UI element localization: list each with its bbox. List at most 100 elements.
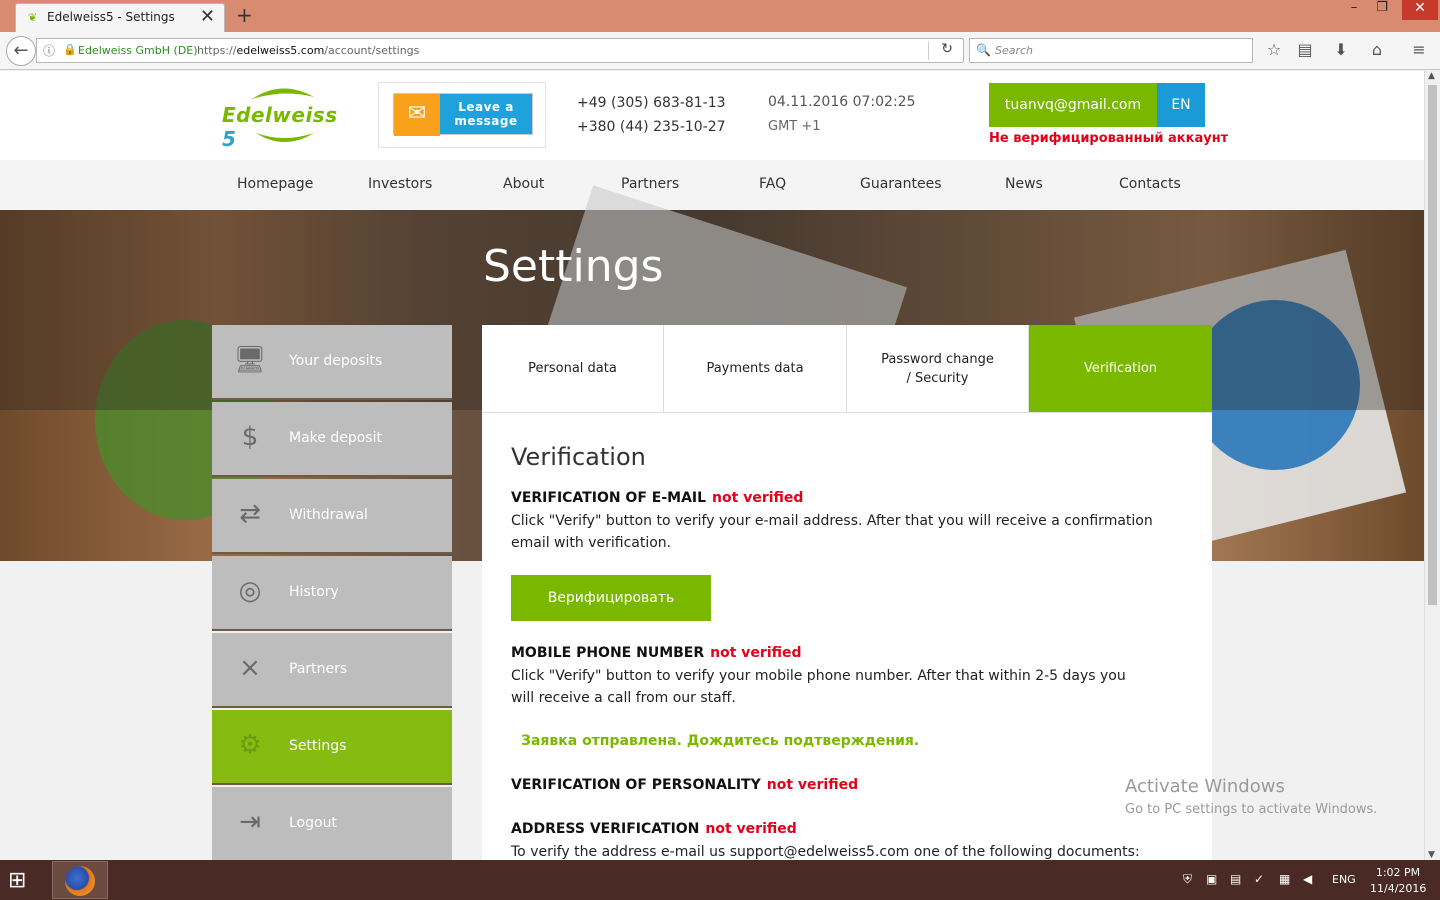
page-scrollbar[interactable]: ▲ ▼: [1424, 71, 1440, 860]
phone-de: +49 (305) 683-81-13: [577, 95, 726, 111]
sidebar-item-settings[interactable]: ⚙ Settings: [212, 710, 452, 785]
reading-list-icon[interactable]: ▤: [1293, 40, 1317, 59]
address-verification-text: To verify the address e-mail us support@…: [511, 844, 1140, 860]
menu-item-news[interactable]: News: [1005, 176, 1043, 192]
back-arrow-icon[interactable]: ←: [6, 36, 36, 66]
sidebar-item-make-deposit[interactable]: $ Make deposit: [212, 402, 452, 477]
volume-icon[interactable]: ◀: [1303, 872, 1312, 886]
site-header: Edelweiss 5 ✉ Leave a message +49 (305) …: [0, 71, 1424, 160]
phone-ua: +380 (44) 235-10-27: [577, 119, 726, 135]
address-verification-title: ADDRESS VERIFICATION not verified: [511, 821, 797, 837]
reload-icon[interactable]: ↻: [941, 41, 953, 57]
timezone: GMT +1: [768, 119, 821, 134]
tab-verification[interactable]: Verification: [1029, 325, 1212, 413]
menu-item-faq[interactable]: FAQ: [759, 176, 786, 192]
app-tray-icon[interactable]: ▣: [1206, 872, 1217, 886]
dollar-arrows-icon: ⇄: [239, 499, 261, 529]
activate-windows-subtitle: Go to PC settings to activate Windows.: [1125, 802, 1378, 817]
window-close-button[interactable]: ✕: [1402, 0, 1438, 20]
windows-taskbar: [0, 860, 1440, 900]
search-icon: 🔍: [976, 43, 991, 57]
input-language[interactable]: ENG: [1332, 873, 1356, 886]
lock-icon: 🔒: [63, 43, 77, 56]
verify-email-button[interactable]: Верифицировать: [511, 575, 711, 621]
firefox-taskbar-button[interactable]: [52, 861, 108, 899]
leave-message-button[interactable]: ✉ Leave a message: [393, 93, 533, 136]
scroll-up-icon[interactable]: ▲: [1428, 71, 1435, 81]
verification-panel: Verification VERIFICATION OF E-MAIL not v…: [482, 413, 1212, 860]
logout-icon: ⇥: [239, 807, 261, 837]
menu-item-homepage[interactable]: Homepage: [237, 176, 313, 192]
personality-status: not verified: [766, 777, 859, 793]
browser-tab[interactable]: ❦ Edelweiss5 - Settings ✕: [15, 3, 225, 32]
menu-item-contacts[interactable]: Contacts: [1119, 176, 1181, 192]
tab-payments-data[interactable]: Payments data: [664, 325, 847, 413]
firefox-icon: [65, 866, 95, 896]
url-separator: [928, 42, 929, 60]
user-account-button[interactable]: tuanvq@gmail.com: [989, 83, 1157, 127]
logo-text: Edelweiss 5: [222, 103, 338, 151]
personality-verification-title: VERIFICATION OF PERSONALITY not verified: [511, 777, 859, 793]
network-tray-icon[interactable]: ▦: [1279, 872, 1290, 886]
tab-password-security[interactable]: Password change / Security: [847, 325, 1029, 413]
tab-close-icon[interactable]: ✕: [200, 6, 215, 27]
email-verification-text: Click "Verify" button to verify your e-m…: [511, 513, 1153, 551]
money-plant-icon: $: [241, 422, 259, 452]
menu-item-about[interactable]: About: [503, 176, 544, 192]
clock-date: 11/4/2016: [1370, 882, 1427, 895]
site-logo[interactable]: Edelweiss 5: [222, 81, 342, 151]
email-verification-title: VERIFICATION OF E-MAIL not verified: [511, 490, 804, 506]
bookmark-star-icon[interactable]: ☆: [1262, 40, 1286, 59]
url-bar[interactable]: ⓘ 🔒 Edelweiss GmbH (DE) https://edelweis…: [36, 38, 964, 63]
checkmark-tray-icon[interactable]: ✓: [1254, 872, 1264, 886]
search-input[interactable]: 🔍 Search: [969, 38, 1253, 63]
web-page: Edelweiss 5 ✉ Leave a message +49 (305) …: [0, 71, 1424, 860]
sidebar-item-partners[interactable]: ⨯ Partners: [212, 633, 452, 708]
tab-personal-data[interactable]: Personal data: [482, 325, 664, 413]
maximize-button[interactable]: ❐: [1368, 0, 1396, 18]
navigation-bar: ← ⓘ 🔒 Edelweiss GmbH (DE) https://edelwe…: [0, 32, 1440, 70]
phone-status: not verified: [710, 645, 802, 661]
taskbar-clock[interactable]: 1:02 PM 11/4/2016: [1370, 865, 1426, 897]
email-status: not verified: [712, 490, 804, 506]
server-datetime: 04.11.2016 07:02:25: [768, 94, 916, 110]
download-icon[interactable]: ⬇: [1329, 40, 1353, 59]
monitor-chart-icon: 🖥: [233, 345, 267, 375]
site-identity[interactable]: Edelweiss GmbH (DE): [78, 44, 198, 57]
phone-verification-text: Click "Verify" button to verify your mob…: [511, 668, 1126, 706]
sidebar-item-withdrawal[interactable]: ⇄ Withdrawal: [212, 479, 452, 554]
scroll-down-icon[interactable]: ▼: [1428, 850, 1435, 860]
search-placeholder: Search: [995, 44, 1034, 57]
request-sent-message: Заявка отправлена. Дождитесь подтвержден…: [521, 733, 920, 749]
info-icon[interactable]: ⓘ: [43, 42, 55, 59]
sidebar-item-history[interactable]: ◎ History: [212, 556, 452, 631]
unverified-account-notice: Не верифицированный аккаунт: [989, 131, 1229, 146]
menu-item-investors[interactable]: Investors: [368, 176, 432, 192]
tab-title: Edelweiss5 - Settings: [47, 10, 175, 24]
menu-item-guarantees[interactable]: Guarantees: [860, 176, 942, 192]
page-title: Settings: [483, 241, 664, 292]
clock-time: 1:02 PM: [1375, 866, 1421, 879]
windows-start-icon[interactable]: ⊞: [8, 868, 26, 893]
address-status: not verified: [705, 821, 797, 837]
scrollbar-thumb[interactable]: [1428, 85, 1437, 605]
site-favicon-icon: ❦: [28, 11, 38, 24]
hamburger-menu-icon[interactable]: ≡: [1407, 40, 1431, 59]
home-icon[interactable]: ⌂: [1365, 40, 1389, 59]
new-tab-button[interactable]: +: [236, 3, 253, 27]
sidebar-item-your-deposits[interactable]: 🖥 Your deposits: [212, 325, 452, 400]
url-text[interactable]: https://edelweiss5.com/account/settings: [197, 44, 419, 57]
activate-windows-title: Activate Windows: [1125, 776, 1285, 797]
menu-item-partners[interactable]: Partners: [621, 176, 679, 192]
phone-verification-title: MOBILE PHONE NUMBER not verified: [511, 645, 802, 661]
leave-message-box: ✉ Leave a message: [378, 82, 546, 148]
language-selector[interactable]: EN: [1157, 83, 1205, 127]
partners-strategy-icon: ⨯: [239, 653, 261, 683]
gear-dollar-icon: ⚙: [238, 730, 262, 760]
envelope-icon: ✉: [394, 94, 440, 136]
coins-icon: ◎: [238, 576, 262, 606]
minimize-button[interactable]: –: [1340, 0, 1368, 18]
document-tray-icon[interactable]: ▤: [1230, 872, 1241, 886]
sidebar-item-logout[interactable]: ⇥ Logout: [212, 787, 452, 860]
shield-tray-icon[interactable]: ⛨: [1183, 872, 1192, 887]
